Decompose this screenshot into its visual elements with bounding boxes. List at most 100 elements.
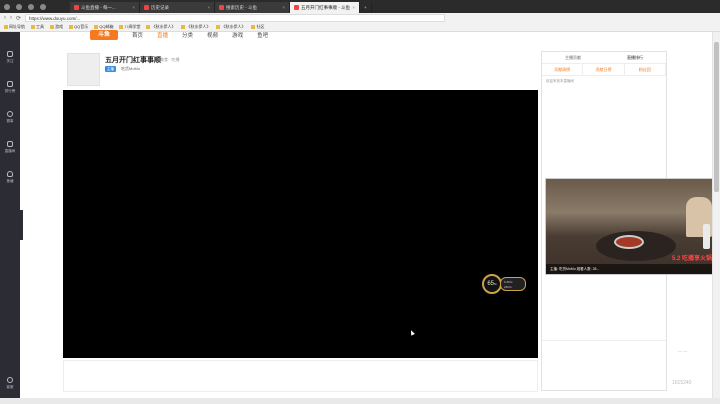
browser-tab-bar: 斗鱼直播 - 每一... × 历史记录 × 搜索历史 - 斗鱼 × 五月开门红事事顺 …: [0, 0, 720, 13]
bottom-edge: [0, 398, 720, 404]
favicon-icon: [74, 5, 79, 10]
tab-contribution[interactable]: 主播贡献: [542, 52, 604, 63]
sidebar-item-label: 排行榜: [4, 88, 16, 93]
tab-title: 搜索历史 - 斗鱼: [226, 4, 257, 10]
sidebar-item-label: 鱼塘: [6, 178, 14, 183]
site-logo[interactable]: 斗鱼: [90, 30, 118, 40]
bookmark-label: 网址导航: [9, 24, 25, 29]
watermark-text: 1615240: [672, 380, 692, 386]
chat-tabs: 主播贡献 直播排行: [542, 52, 666, 64]
video-frame-bottle: [703, 224, 710, 249]
favicon-icon: [219, 5, 224, 10]
anchor-avatar[interactable]: [67, 53, 100, 86]
bookmark-label: 游戏: [55, 24, 63, 29]
sidebar-item-rank[interactable]: 排行榜: [0, 72, 20, 102]
folder-icon: [69, 25, 73, 29]
browser-tab-1[interactable]: 历史记录 ×: [140, 2, 215, 13]
player-toolbar: [63, 360, 538, 392]
forward-icon[interactable]: ›: [10, 15, 12, 21]
close-icon[interactable]: ×: [132, 5, 135, 10]
forward-icon[interactable]: [16, 3, 22, 10]
nav-fishbar[interactable]: 鱼吧: [257, 31, 268, 39]
video-overlay-text: 5.2 吃播享火锅: [671, 256, 712, 262]
new-tab-button[interactable]: +: [360, 2, 372, 13]
tab-title: 历史记录: [151, 4, 169, 10]
room-category[interactable]: 美食 · 吃播: [160, 57, 180, 63]
close-icon[interactable]: ×: [282, 5, 285, 10]
nav-categories[interactable]: 分类: [182, 31, 193, 39]
download-speed: 24K/s: [504, 285, 512, 289]
room-header: 五月开门红事事顺 美食 · 吃播 主播 吃货MoMo: [65, 52, 540, 88]
video-player[interactable]: [63, 90, 538, 358]
sidebar-item-rooms[interactable]: 直播间: [0, 132, 20, 162]
gauge-unit: %: [494, 282, 497, 286]
chat-subtabs: 贡献周榜 贡献日榜 粉丝团: [542, 64, 666, 76]
favicon-icon: [144, 5, 149, 10]
list-icon: [7, 80, 13, 87]
folder-icon: [4, 25, 8, 29]
sidebar-item-pond[interactable]: 鱼塘: [0, 162, 20, 192]
scrollbar-thumb[interactable]: [714, 42, 719, 192]
refresh-icon[interactable]: [28, 3, 34, 10]
gauge-value: 65: [487, 281, 494, 287]
subtab-weekly[interactable]: 贡献周榜: [542, 64, 584, 75]
folder-icon: [50, 25, 54, 29]
headset-icon: [7, 376, 13, 383]
folder-icon: [31, 25, 35, 29]
tab-ranking[interactable]: 直播排行: [604, 52, 666, 63]
bookmark-item[interactable]: 网址导航: [4, 24, 25, 30]
sidebar-item-follow[interactable]: 关注: [0, 42, 20, 72]
bookmark-item[interactable]: QQ音乐: [69, 24, 88, 30]
subtab-fans[interactable]: 粉丝团: [625, 64, 666, 75]
home-icon[interactable]: [40, 3, 46, 10]
nav-videos[interactable]: 视频: [207, 31, 218, 39]
close-icon[interactable]: ×: [352, 5, 355, 10]
sidebar-collapse-handle[interactable]: [20, 210, 23, 240]
bookmark-label: QQ音乐: [74, 24, 89, 29]
browser-tab-3[interactable]: 五月开门红事事顺 - 斗鱼 ×: [290, 2, 360, 13]
room-title: 五月开门红事事顺: [105, 57, 161, 64]
window-controls: [0, 3, 70, 10]
sidebar-item-label: 客服: [6, 384, 14, 389]
back-icon[interactable]: ‹: [4, 15, 6, 21]
left-sidebar: 关注 排行榜 赛事 直播间 鱼塘 客服: [0, 32, 20, 404]
tab-title: 斗鱼直播 - 每一...: [81, 4, 116, 10]
cup-icon: [7, 170, 13, 177]
network-speed-panel: 0.4K/s 24K/s: [500, 277, 526, 291]
chat-empty-text: 欢迎来到本直播间: [546, 79, 574, 83]
subtab-daily[interactable]: 贡献日榜: [583, 64, 625, 75]
close-icon[interactable]: ×: [207, 5, 210, 10]
refresh-icon[interactable]: ⟳: [16, 15, 21, 22]
site-nav: 斗鱼 首页 直播 分类 视频 游戏 鱼吧: [90, 29, 268, 41]
favicon-icon: [294, 5, 299, 10]
url-field[interactable]: https://www.douyu.com/...: [25, 14, 446, 22]
back-icon[interactable]: [4, 3, 10, 10]
page-scrollbar[interactable]: [712, 32, 720, 404]
sidebar-item-label: 直播间: [4, 148, 16, 153]
address-bar-row: ‹ › ⟳ https://www.douyu.com/...: [0, 13, 720, 23]
anchor-badge: 主播: [105, 66, 116, 72]
nav-games[interactable]: 游戏: [232, 31, 243, 39]
video-frame-hotpot: [614, 235, 644, 249]
browser-tab-2[interactable]: 搜索历史 - 斗鱼 ×: [215, 2, 290, 13]
browser-tab-0[interactable]: 斗鱼直播 - 每一... ×: [70, 2, 140, 13]
nav-home[interactable]: 首页: [132, 31, 143, 39]
bookmark-item[interactable]: 工具: [31, 24, 44, 30]
sidebar-item-support[interactable]: 客服: [0, 368, 20, 398]
page-tools[interactable]: — —: [678, 348, 687, 353]
chat-input-area[interactable]: [542, 340, 666, 390]
floating-mini-player[interactable]: 5.2 吃播享火锅 主播: 吃货MoMo 观看人数: 28...: [545, 178, 719, 275]
gamepad-icon: [7, 140, 13, 147]
performance-gauge[interactable]: 65%: [482, 274, 502, 294]
tab-title: 五月开门红事事顺 - 斗鱼: [301, 4, 350, 10]
nav-live[interactable]: 直播: [157, 31, 168, 39]
bookmark-label: 工具: [36, 24, 44, 29]
sidebar-item-label: 关注: [6, 58, 14, 63]
mini-player-caption: 主播: 吃货MoMo 观看人数: 28...: [546, 264, 718, 274]
bookmark-item[interactable]: 游戏: [50, 24, 63, 30]
sidebar-item-events[interactable]: 赛事: [0, 102, 20, 132]
heart-icon: [7, 50, 13, 57]
trophy-icon: [7, 110, 13, 117]
sidebar-item-label: 赛事: [6, 118, 14, 123]
anchor-name[interactable]: 吃货MoMo: [121, 66, 140, 72]
